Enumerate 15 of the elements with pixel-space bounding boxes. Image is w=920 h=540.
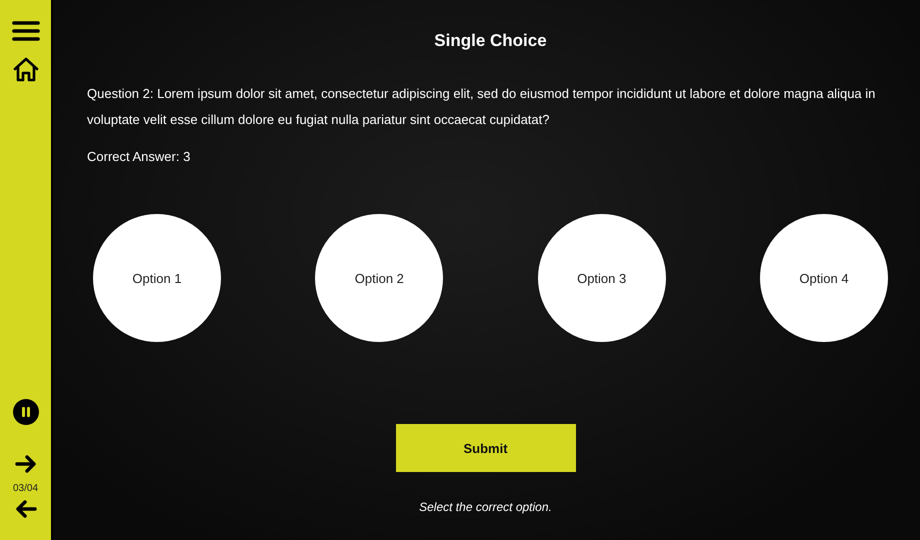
correct-answer-text: Correct Answer: 3 xyxy=(87,149,192,164)
home-icon[interactable] xyxy=(12,56,40,82)
menu-icon[interactable] xyxy=(12,20,40,42)
instruction-text: Select the correct option. xyxy=(418,500,553,514)
arrow-left-icon[interactable] xyxy=(14,500,36,518)
submit-button[interactable]: Submit xyxy=(396,424,576,472)
page-counter: 03/04 xyxy=(12,483,38,494)
option-button[interactable]: Option 3 xyxy=(538,214,666,342)
option-button[interactable]: Option 4 xyxy=(760,214,888,342)
option-button[interactable]: Option 2 xyxy=(315,214,444,342)
quiz-title: Single Choice xyxy=(433,31,548,51)
option-button[interactable]: Option 1 xyxy=(93,214,221,342)
arrow-right-icon[interactable] xyxy=(14,455,36,473)
question-text: Question 2: Lorem ipsum dolor sit amet, consectetur adipiscing elit, sed do eiusmod tempor incididunt ut labore et dolore magna aliqua in voluptate velit esse cillum dolore eu fugiat nulla pariatur sint occaecat cupidatat? xyxy=(87,85,876,129)
pause-icon[interactable] xyxy=(12,399,38,425)
